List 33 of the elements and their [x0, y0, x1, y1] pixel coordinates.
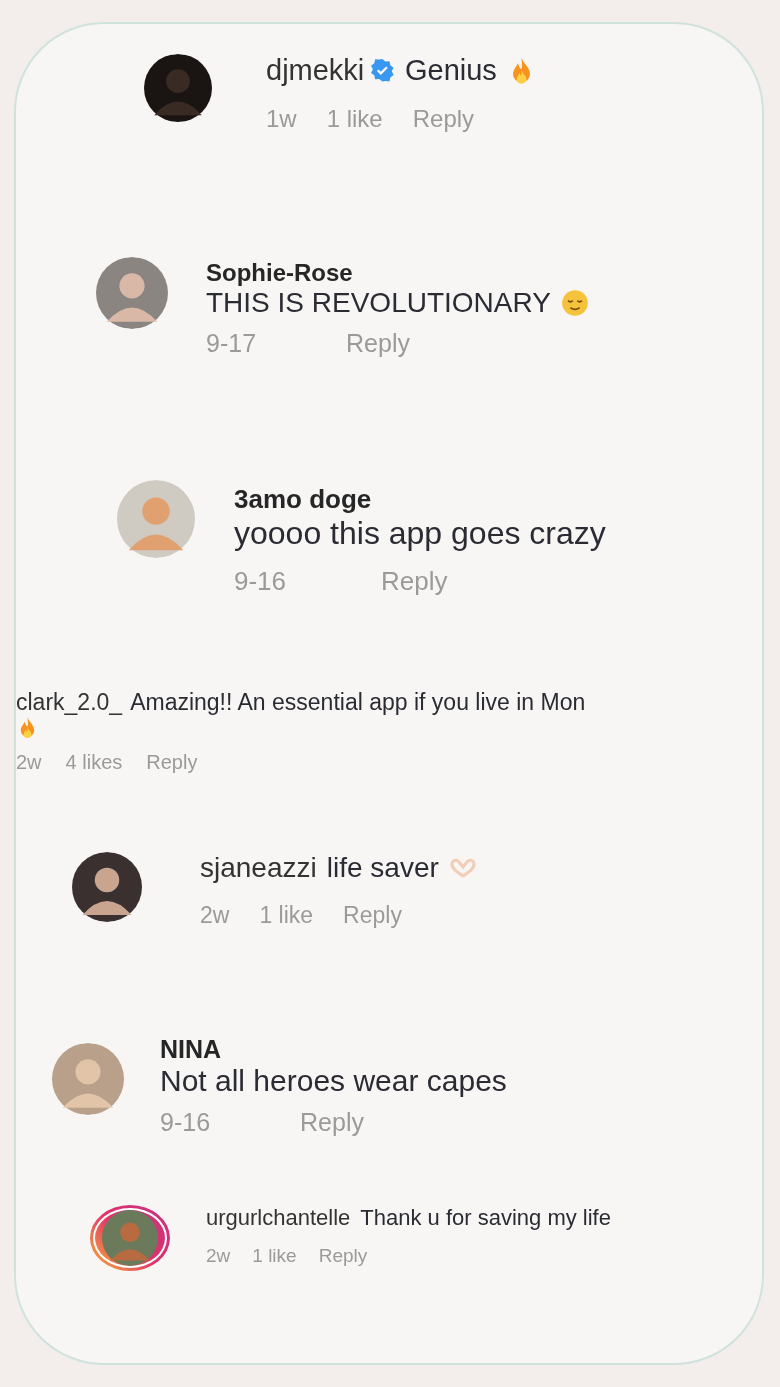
timestamp: 9-16	[234, 566, 287, 597]
timestamp: 2w	[206, 1245, 231, 1267]
reply-link[interactable]: Reply	[346, 329, 410, 358]
reply-link[interactable]: Reply	[300, 1108, 364, 1137]
reply-link[interactable]: Reply	[343, 902, 402, 929]
username[interactable]: 3amo doge	[234, 484, 606, 515]
like-count[interactable]: 1 like	[252, 1245, 297, 1267]
username[interactable]: sjaneazzi	[200, 852, 317, 884]
username[interactable]: Sophie-Rose	[206, 259, 589, 287]
reply-link[interactable]: Reply	[412, 105, 475, 133]
comment-text: Not all heroes wear capes	[160, 1064, 507, 1098]
comment-text: life saver	[326, 852, 439, 884]
timestamp: 9-16	[160, 1108, 211, 1137]
comment-text: Amazing!! An essential app if you live in Mon	[130, 689, 586, 716]
comment-text: THIS IS REVOLUTIONARY	[206, 287, 551, 319]
timestamp: 1w	[266, 105, 297, 133]
username[interactable]: clark_2.0_	[16, 689, 123, 716]
smiley-icon	[560, 289, 589, 317]
like-count[interactable]: 1 like	[259, 902, 314, 929]
like-count[interactable]: 4 likes	[65, 751, 123, 774]
comment-text: yoooo this app goes crazy	[234, 515, 606, 552]
reply-link[interactable]: Reply	[146, 751, 198, 774]
reply-link[interactable]: Reply	[318, 1245, 368, 1267]
comment-text: Thank u for saving my life	[360, 1205, 611, 1231]
username[interactable]: NINA	[160, 1035, 507, 1064]
timestamp: 2w	[16, 751, 42, 774]
username[interactable]: urgurlchantelle	[206, 1205, 351, 1231]
timestamp: 9-17	[206, 329, 257, 358]
reply-link[interactable]: Reply	[381, 566, 448, 597]
username[interactable]: djmekki	[266, 54, 365, 87]
timestamp: 2w	[200, 902, 230, 929]
like-count[interactable]: 1 like	[326, 105, 383, 133]
comment-text: Genius	[404, 54, 497, 87]
